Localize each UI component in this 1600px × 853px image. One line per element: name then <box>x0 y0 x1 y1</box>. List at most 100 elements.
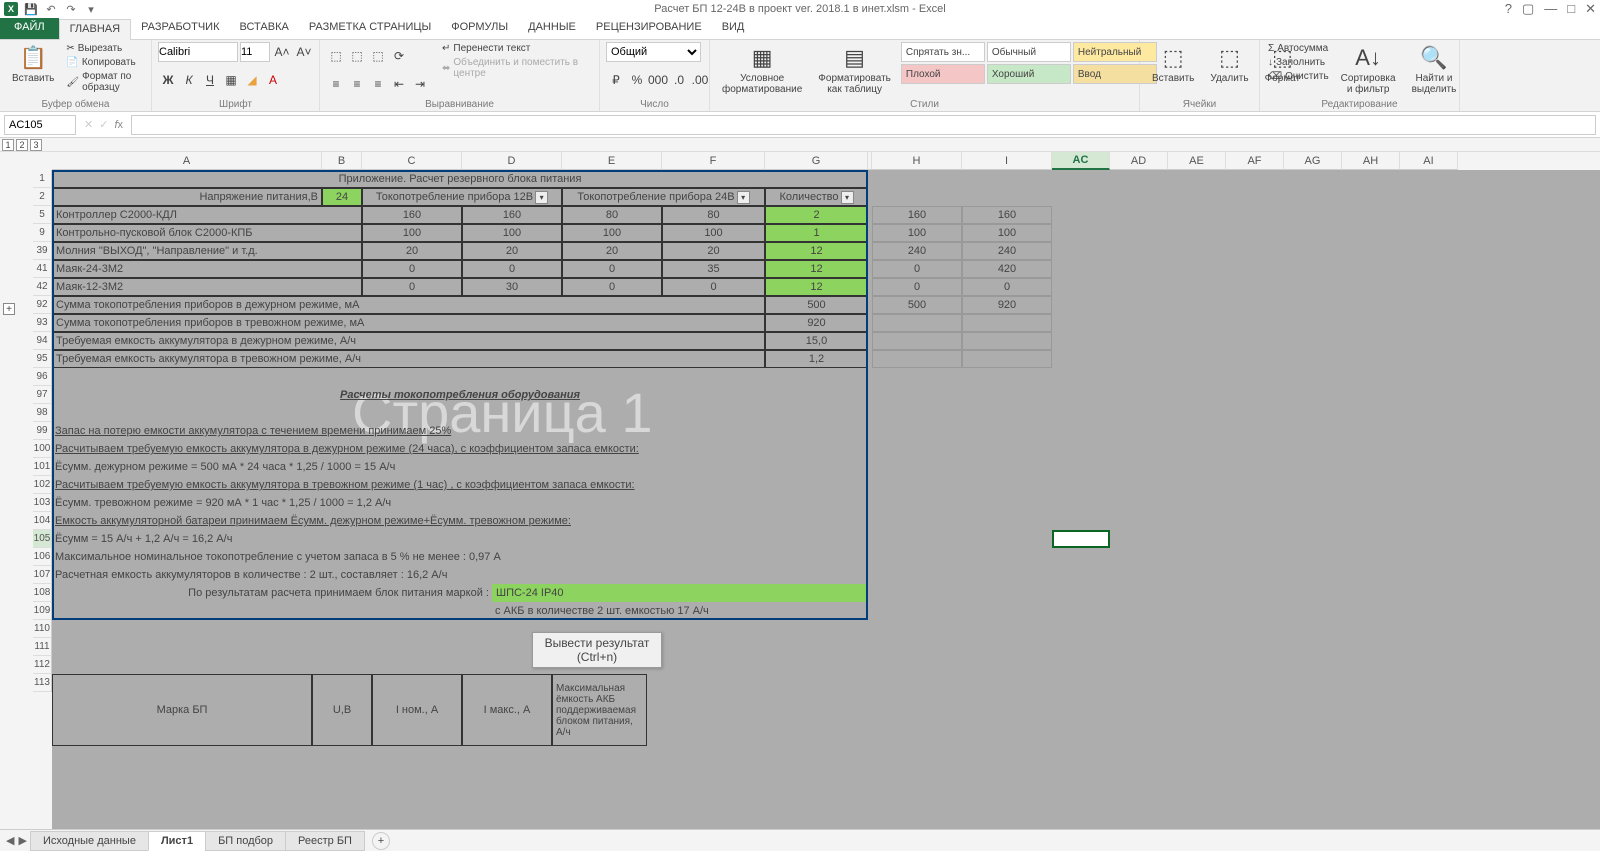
column-header-AH[interactable]: AH <box>1342 152 1400 170</box>
align-middle-icon[interactable]: ⬚ <box>347 46 367 66</box>
align-left-icon[interactable]: ≡ <box>326 74 346 94</box>
align-top-icon[interactable]: ⬚ <box>326 46 346 66</box>
row-header-103[interactable]: 103 <box>33 494 52 512</box>
row-header-96[interactable]: 96 <box>33 368 52 386</box>
sheet-tab-2[interactable]: БП подбор <box>205 831 286 851</box>
row-header-5[interactable]: 5 <box>33 206 52 224</box>
redo-icon[interactable]: ↷ <box>64 2 78 16</box>
close-icon[interactable]: ✕ <box>1585 1 1596 17</box>
column-header-G[interactable]: G <box>765 152 868 170</box>
tab-page-layout[interactable]: РАЗМЕТКА СТРАНИЦЫ <box>299 18 441 39</box>
style-bad[interactable]: Плохой <box>901 64 985 84</box>
merge-center-button[interactable]: ⬌Объединить и поместить в центре <box>440 56 593 80</box>
sort-filter-button[interactable]: A↓Сортировка и фильтр <box>1335 42 1402 97</box>
tab-data[interactable]: ДАННЫЕ <box>518 18 586 39</box>
indent-decrease-icon[interactable]: ⇤ <box>389 74 409 94</box>
outline-level-3[interactable]: 3 <box>30 139 42 151</box>
help-icon[interactable]: ? <box>1505 1 1512 17</box>
formula-input[interactable] <box>131 115 1596 135</box>
outline-level-2[interactable]: 2 <box>16 139 28 151</box>
row-header-95[interactable]: 95 <box>33 350 52 368</box>
sheet-tab-0[interactable]: Исходные данные <box>30 831 149 851</box>
row-header-41[interactable]: 41 <box>33 260 52 278</box>
ribbon-options-icon[interactable]: ▢ <box>1522 1 1534 17</box>
name-box[interactable] <box>4 115 76 135</box>
cut-button[interactable]: ✂Вырезать <box>64 42 145 55</box>
format-painter-button[interactable]: 🖌Формат по образцу <box>64 70 145 94</box>
row-header-39[interactable]: 39 <box>33 242 52 260</box>
underline-button[interactable]: Ч <box>200 70 220 90</box>
save-icon[interactable]: 💾 <box>24 2 38 16</box>
row-header-1[interactable]: 1 <box>33 170 52 188</box>
thousands-icon[interactable]: 000 <box>648 70 668 90</box>
column-header-AF[interactable]: AF <box>1226 152 1284 170</box>
decrease-font-icon[interactable]: A˅ <box>294 42 314 62</box>
italic-button[interactable]: К <box>179 70 199 90</box>
font-color-button[interactable]: A <box>263 70 283 90</box>
row-header-112[interactable]: 112 <box>33 656 52 674</box>
cell-qty-3[interactable]: 12 <box>765 260 868 278</box>
row-header-111[interactable]: 111 <box>33 638 52 656</box>
indent-increase-icon[interactable]: ⇥ <box>410 74 430 94</box>
voltage-cell[interactable]: 24 <box>322 188 362 206</box>
paste-button[interactable]: 📋 Вставить <box>6 42 60 86</box>
tab-home[interactable]: ГЛАВНАЯ <box>59 19 131 40</box>
fill-color-button[interactable]: ◢ <box>242 70 262 90</box>
column-header-D[interactable]: D <box>462 152 562 170</box>
column-header-A[interactable]: A <box>52 152 322 170</box>
hdr-24v[interactable]: Токопотребление прибора 24В▾ <box>562 188 765 206</box>
column-header-I[interactable]: I <box>962 152 1052 170</box>
conditional-formatting-button[interactable]: ▦Условное форматирование <box>716 42 808 97</box>
sheet-nav-next-icon[interactable]: ▶ <box>18 834 26 847</box>
hdr-12v[interactable]: Токопотребление прибора 12В▾ <box>362 188 562 206</box>
sheet-tab-1[interactable]: Лист1 <box>148 831 206 851</box>
wrap-text-button[interactable]: ↵Перенести текст <box>440 42 593 55</box>
column-header-AE[interactable]: AE <box>1168 152 1226 170</box>
insert-cells-button[interactable]: ⬚Вставить <box>1146 42 1200 86</box>
number-format-select[interactable]: Общий <box>606 42 701 62</box>
row-header-113[interactable]: 113 <box>33 674 52 692</box>
cell-qty-2[interactable]: 12 <box>765 242 868 260</box>
copy-button[interactable]: 📄Копировать <box>64 56 145 69</box>
cancel-formula-icon[interactable]: ✕ <box>84 118 93 131</box>
row-header-9[interactable]: 9 <box>33 224 52 242</box>
row-header-101[interactable]: 101 <box>33 458 52 476</box>
row-header-98[interactable]: 98 <box>33 404 52 422</box>
column-header-B[interactable]: B <box>322 152 362 170</box>
orientation-icon[interactable]: ⟳ <box>389 46 409 66</box>
fx-icon[interactable]: fx <box>114 119 123 131</box>
row-header-108[interactable]: 108 <box>33 584 52 602</box>
dec-dec-icon[interactable]: .00 <box>690 70 710 90</box>
undo-icon[interactable]: ↶ <box>44 2 58 16</box>
tab-insert[interactable]: ВСТАВКА <box>229 18 298 39</box>
accounting-icon[interactable]: ₽ <box>606 70 626 90</box>
minimize-icon[interactable]: — <box>1544 1 1557 17</box>
row-header-102[interactable]: 102 <box>33 476 52 494</box>
style-normal[interactable]: Обычный <box>987 42 1071 62</box>
increase-font-icon[interactable]: A˄ <box>272 42 292 62</box>
filter-icon[interactable]: ▾ <box>737 191 750 204</box>
row-header-42[interactable]: 42 <box>33 278 52 296</box>
cell-qty-0[interactable]: 2 <box>765 206 868 224</box>
autosum-button[interactable]: ΣАвтосумма <box>1266 42 1331 55</box>
output-result-button[interactable]: Вывести результат (Ctrl+n) <box>532 632 662 668</box>
delete-cells-button[interactable]: ⬚Удалить <box>1204 42 1254 86</box>
row-header-99[interactable]: 99 <box>33 422 52 440</box>
row-header-107[interactable]: 107 <box>33 566 52 584</box>
border-button[interactable]: ▦ <box>221 70 241 90</box>
dec-inc-icon[interactable]: .0 <box>669 70 689 90</box>
row-header-97[interactable]: 97 <box>33 386 52 404</box>
tab-view[interactable]: ВИД <box>712 18 755 39</box>
column-header-E[interactable]: E <box>562 152 662 170</box>
row-header-94[interactable]: 94 <box>33 332 52 350</box>
format-as-table-button[interactable]: ▤Форматировать как таблицу <box>812 42 897 97</box>
filter-icon[interactable]: ▾ <box>535 191 548 204</box>
cell-qty-1[interactable]: 1 <box>765 224 868 242</box>
style-good[interactable]: Хороший <box>987 64 1071 84</box>
enter-formula-icon[interactable]: ✓ <box>99 118 108 131</box>
align-bottom-icon[interactable]: ⬚ <box>368 46 388 66</box>
row-header-105[interactable]: 105 <box>33 530 52 548</box>
row-header-2[interactable]: 2 <box>33 188 52 206</box>
column-header-H[interactable]: H <box>872 152 962 170</box>
style-hide[interactable]: Спрятать зн... <box>901 42 985 62</box>
